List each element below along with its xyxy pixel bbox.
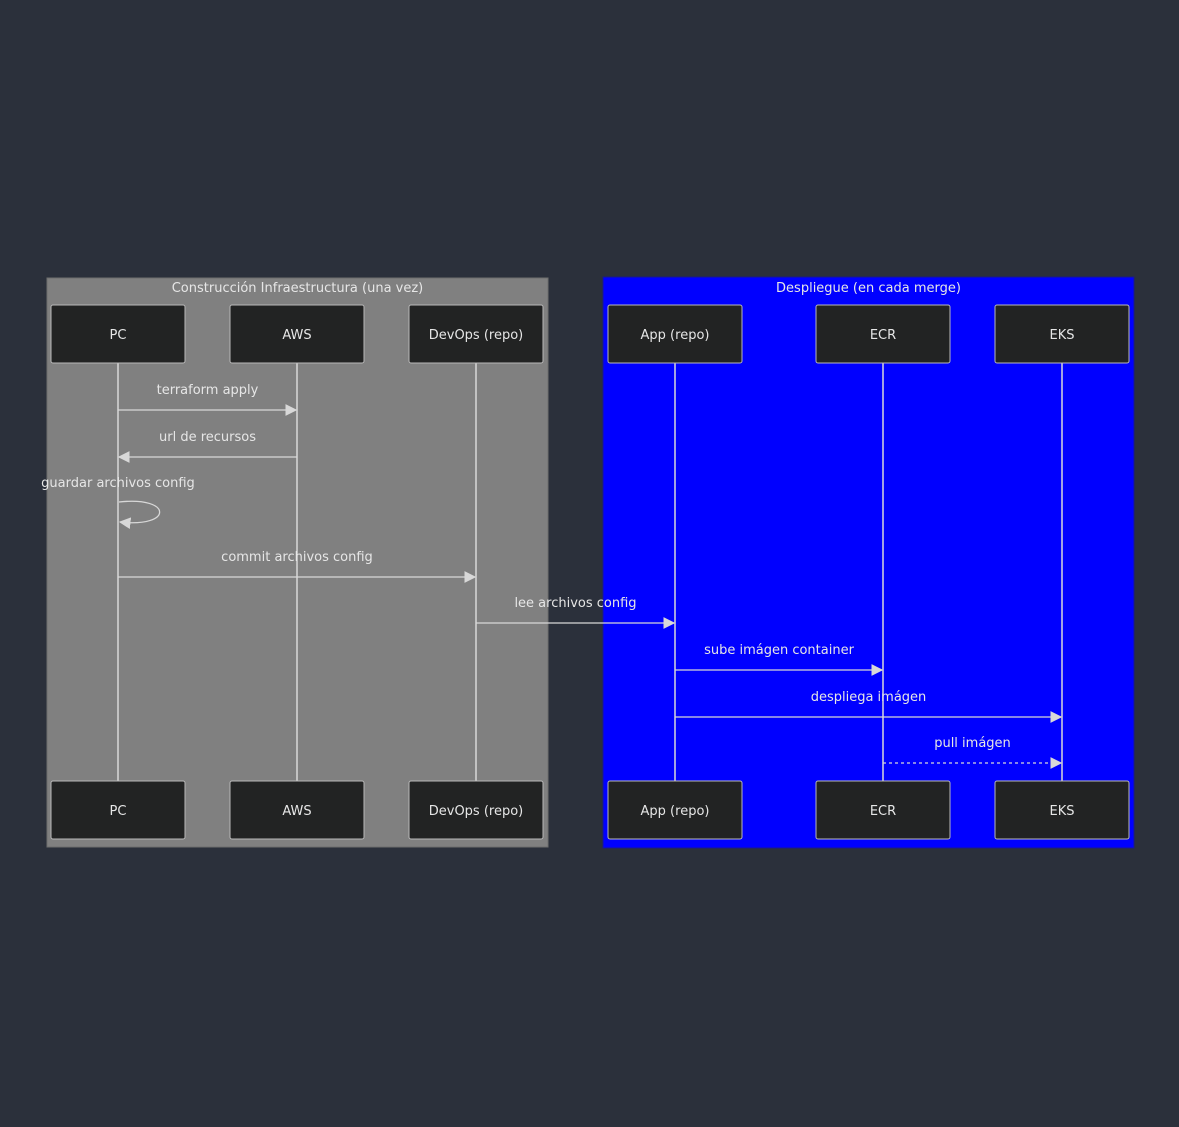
message-label-6: despliega imágen (811, 690, 927, 705)
sequence-diagram: Construcción Infraestructura (una vez) De… (0, 0, 1179, 1127)
actor-label-devops-bottom: DevOps (repo) (429, 804, 524, 819)
actor-label-eks-top: EKS (1050, 328, 1075, 343)
actor-label-pc-bottom: PC (110, 804, 127, 819)
group-title-deploy: Despliegue (en cada merge) (776, 281, 961, 296)
message-label-3: commit archivos config (221, 550, 373, 565)
actor-label-app-bottom: App (repo) (641, 804, 710, 819)
sequence-diagram-canvas: Construcción Infraestructura (una vez) De… (41, 276, 1135, 849)
message-label-0: terraform apply (157, 383, 259, 398)
actor-label-pc-top: PC (110, 328, 127, 343)
message-label-4: lee archivos config (514, 596, 636, 611)
message-label-5: sube imágen container (704, 643, 855, 658)
actor-label-devops-top: DevOps (repo) (429, 328, 524, 343)
message-label-7: pull imágen (934, 736, 1011, 751)
actor-label-app-top: App (repo) (641, 328, 710, 343)
actor-label-aws-bottom: AWS (282, 804, 311, 819)
message-label-1: url de recursos (159, 430, 256, 445)
actor-label-aws-top: AWS (282, 328, 311, 343)
group-title-infra: Construcción Infraestructura (una vez) (172, 281, 424, 296)
actor-label-ecr-top: ECR (870, 328, 896, 343)
message-label-2: guardar archivos config (41, 476, 195, 491)
actor-label-eks-bottom: EKS (1050, 804, 1075, 819)
actor-label-ecr-bottom: ECR (870, 804, 896, 819)
